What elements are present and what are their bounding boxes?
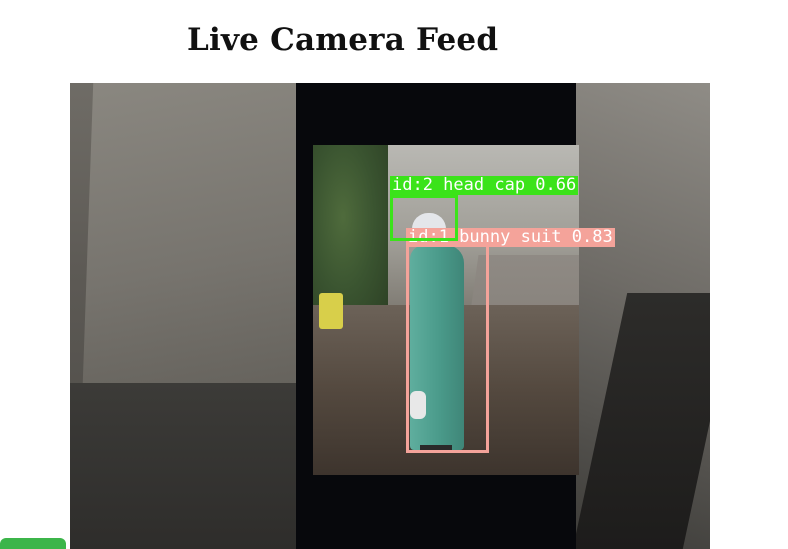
detection-label-head-cap: id:2 head cap 0.66: [390, 175, 579, 195]
detection-box-head-cap: [390, 195, 458, 241]
live-camera-feed-image: id:1 bunny suit 0.83 id:2 head cap 0.66: [70, 83, 710, 549]
yellow-bucket: [319, 293, 343, 329]
desk-shadow: [70, 383, 302, 549]
paper-sheet: [82, 83, 308, 383]
page-title: Live Camera Feed: [187, 22, 499, 58]
camera-feed-page: Live Camera Feed id:1 bunny suit 0.83 id…: [0, 0, 788, 549]
detection-box-bunny-suit: [406, 243, 489, 453]
green-action-button[interactable]: [0, 538, 66, 549]
